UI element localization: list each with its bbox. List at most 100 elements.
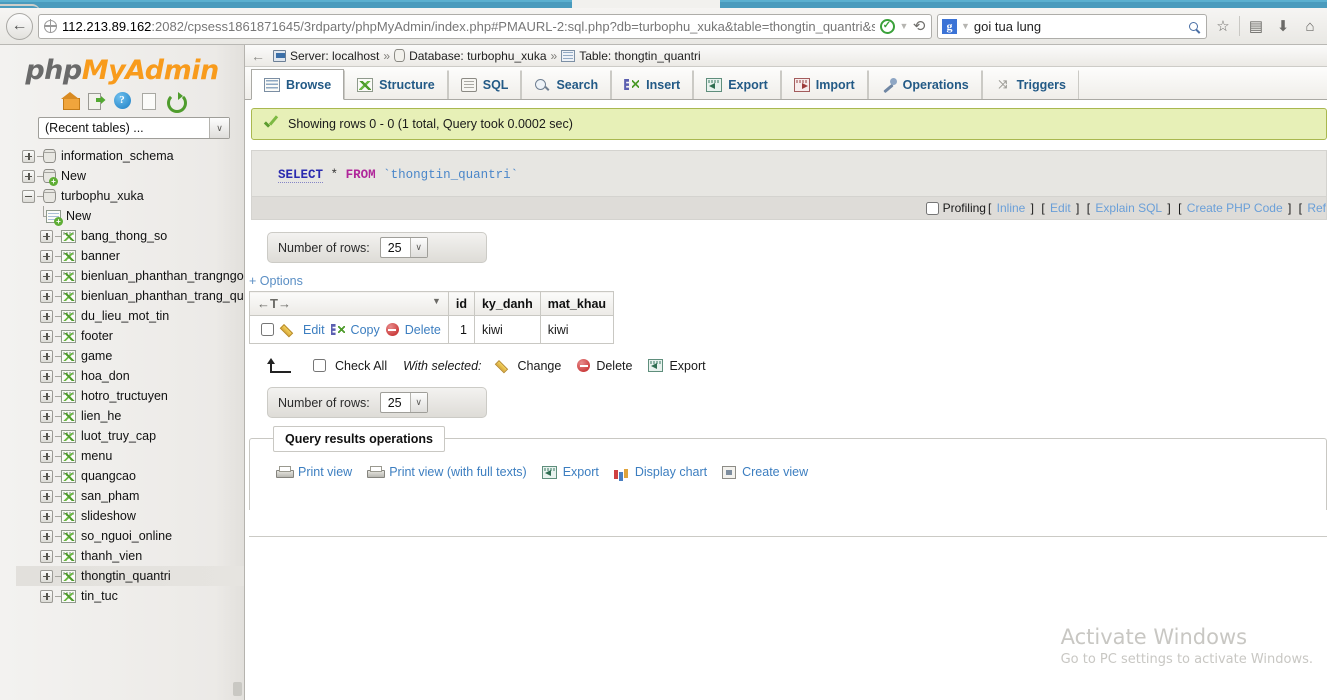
tree-item-bienluan-phanthan-trangngoai[interactable]: bienluan_phanthan_trangngoai xyxy=(16,266,244,286)
expand-icon[interactable] xyxy=(40,589,53,603)
documentation-icon[interactable]: ? xyxy=(113,92,131,109)
qro-print-view[interactable]: Print view xyxy=(276,465,352,479)
chevron-down-icon[interactable]: ∨ xyxy=(409,238,427,257)
recent-tables-select[interactable]: (Recent tables) ... ∨ xyxy=(38,117,230,139)
breadcrumb-back-icon[interactable]: ← xyxy=(251,48,269,64)
sql-query-box[interactable]: SELECT * FROM `thongtin_quantri` xyxy=(251,150,1327,197)
reload-icon[interactable]: ⟳ xyxy=(913,17,926,35)
tree-item-lien-he[interactable]: lien_he xyxy=(16,406,244,426)
bookmark-star-icon[interactable]: ☆ xyxy=(1212,17,1234,35)
expand-icon[interactable] xyxy=(22,169,35,183)
url-dropdown-caret-icon[interactable]: ▼ xyxy=(900,21,909,31)
search-engine-caret-icon[interactable]: ▼ xyxy=(961,21,970,31)
copy-icon[interactable] xyxy=(331,323,345,336)
back-button[interactable]: ← xyxy=(6,12,33,40)
table-row[interactable]: Edit Copy Delete 1 kiwi kiwi xyxy=(249,315,615,344)
rows-select-bottom[interactable]: 25 ∨ xyxy=(379,392,428,413)
tree-item-tin-tuc[interactable]: tin_tuc xyxy=(16,586,244,606)
expand-icon[interactable] xyxy=(40,529,53,543)
tree-item-bienluan-phanthan-trang-quan[interactable]: bienluan_phanthan_trang_quan xyxy=(16,286,244,306)
export-action[interactable]: Export xyxy=(648,359,706,373)
tree-item-banner[interactable]: banner xyxy=(16,246,244,266)
tree-item-menu[interactable]: menu xyxy=(16,446,244,466)
expand-icon[interactable] xyxy=(40,469,53,483)
browser-tab-1[interactable] xyxy=(0,0,572,8)
tab-browse[interactable]: Browse xyxy=(251,69,345,100)
tree-item-game[interactable]: game xyxy=(16,346,244,366)
expand-icon[interactable] xyxy=(40,369,53,383)
search-magnifier-icon[interactable] xyxy=(1189,21,1198,31)
qro-create-view[interactable]: Create view xyxy=(722,465,808,479)
phpmyadmin-logo[interactable]: phpMyAdmin xyxy=(10,45,244,88)
check-all-checkbox[interactable] xyxy=(313,359,326,372)
tab-triggers[interactable]: ⤨ Triggers xyxy=(981,70,1079,99)
tree-item-hotro-tructuyen[interactable]: hotro_tructuyen xyxy=(16,386,244,406)
profiling-checkbox[interactable] xyxy=(925,201,939,215)
tab-operations[interactable]: Operations xyxy=(867,70,982,99)
expand-icon[interactable] xyxy=(40,269,53,283)
qro-display-chart[interactable]: Display chart xyxy=(613,465,707,479)
edit-icon[interactable] xyxy=(283,323,297,336)
search-bar[interactable]: g ▼ goi tua lung xyxy=(937,13,1207,39)
tree-item-quangcao[interactable]: quangcao xyxy=(16,466,244,486)
reading-list-icon[interactable]: ▤ xyxy=(1245,17,1267,35)
qro-export[interactable]: Export xyxy=(541,465,599,479)
tree-item-du-lieu-mot-tin[interactable]: du_lieu_mot_tin xyxy=(16,306,244,326)
tree-item-turbophu-xuka[interactable]: turbophu_xuka xyxy=(16,186,244,206)
tab-import[interactable]: Import xyxy=(780,70,868,99)
sidebar-scrollbar-thumb[interactable] xyxy=(233,682,242,696)
tree-item-bang-thong-so[interactable]: bang_thong_so xyxy=(16,226,244,246)
expand-icon[interactable] xyxy=(40,249,53,263)
tree-item-thanh-vien[interactable]: thanh_vien xyxy=(16,546,244,566)
edit-link[interactable]: Edit xyxy=(303,323,325,337)
tab-export[interactable]: Export xyxy=(693,70,781,99)
expand-icon[interactable] xyxy=(40,289,53,303)
tree-item-slideshow[interactable]: slideshow xyxy=(16,506,244,526)
breadcrumb-database[interactable]: Database: turbophu_xuka xyxy=(409,49,546,63)
chevron-down-icon[interactable]: ∨ xyxy=(409,393,427,412)
check-all-group[interactable]: Check All xyxy=(309,356,387,375)
qro-print-view-with-full-texts-[interactable]: Print view (with full texts) xyxy=(367,465,527,479)
home-icon[interactable] xyxy=(60,92,80,110)
browser-tab-strip[interactable] xyxy=(0,0,1327,8)
expand-icon[interactable] xyxy=(22,149,35,163)
expand-icon[interactable] xyxy=(40,229,53,243)
results-sort-header[interactable]: ←T→ ▼ xyxy=(249,291,449,316)
expand-icon[interactable] xyxy=(40,569,53,583)
rows-select-top[interactable]: 25 ∨ xyxy=(379,237,428,258)
blank-page-icon[interactable] xyxy=(140,92,157,110)
select-all-arrow-icon[interactable] xyxy=(266,357,293,374)
breadcrumb-table[interactable]: Table: thongtin_quantri xyxy=(579,49,700,63)
row-checkbox[interactable] xyxy=(261,323,274,336)
chevron-down-icon[interactable]: ▼ xyxy=(432,296,441,306)
expand-icon[interactable] xyxy=(40,509,53,523)
expand-icon[interactable] xyxy=(40,329,53,343)
delete-link[interactable]: Delete xyxy=(405,323,441,337)
tree-item-new[interactable]: New xyxy=(16,206,244,226)
tree-item-footer[interactable]: footer xyxy=(16,326,244,346)
expand-icon[interactable] xyxy=(40,309,53,323)
delete-action[interactable]: Delete xyxy=(577,359,632,373)
expand-icon[interactable] xyxy=(40,489,53,503)
tree-item-so-nguoi-online[interactable]: so_nguoi_online xyxy=(16,526,244,546)
expand-icon[interactable] xyxy=(40,349,53,363)
url-bar[interactable]: 112.213.89.162:2082/cpsess1861871645/3rd… xyxy=(38,13,932,39)
download-icon[interactable]: ⬇ xyxy=(1272,17,1294,35)
tab-insert[interactable]: Insert xyxy=(611,70,694,99)
expand-icon[interactable] xyxy=(40,449,53,463)
delete-icon[interactable] xyxy=(385,323,399,336)
profiling-link-explain-sql[interactable]: Explain SQL xyxy=(1095,201,1162,215)
chevron-down-icon[interactable]: ∨ xyxy=(209,118,229,138)
profiling-link-edit[interactable]: Edit xyxy=(1050,201,1071,215)
column-header-mat-khau[interactable]: mat_khau xyxy=(539,291,615,316)
sort-arrows-icon[interactable]: ←T→ xyxy=(257,296,291,311)
column-header-id[interactable]: id xyxy=(447,291,475,316)
profiling-link-inline[interactable]: Inline xyxy=(997,201,1026,215)
expand-icon[interactable] xyxy=(40,429,53,443)
tab-sql[interactable]: SQL xyxy=(447,70,522,99)
tree-item-luot-truy-cap[interactable]: luot_truy_cap xyxy=(16,426,244,446)
profiling-link-create-php-code[interactable]: Create PHP Code xyxy=(1187,201,1283,215)
home-icon[interactable]: ⌂ xyxy=(1299,18,1321,35)
expand-icon[interactable] xyxy=(40,389,53,403)
profiling-link-ref[interactable]: Ref xyxy=(1307,201,1326,215)
